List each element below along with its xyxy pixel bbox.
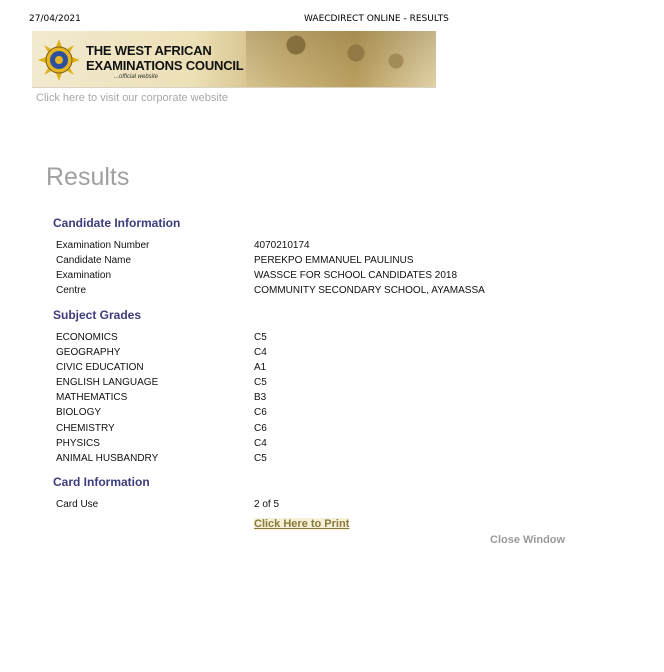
subject-name: CIVIC EDUCATION: [56, 362, 144, 373]
candidate-info-heading: Candidate Information: [53, 216, 181, 230]
card-info-heading: Card Information: [53, 475, 150, 489]
subject-grade: C6: [254, 423, 267, 434]
page-title: Results: [46, 163, 130, 191]
subject-grade: C6: [254, 407, 267, 418]
subject-name: ENGLISH LANGUAGE: [56, 377, 159, 388]
card-use-label: Card Use: [56, 499, 99, 510]
subject-grade: C5: [254, 332, 267, 343]
banner-photo: [246, 31, 436, 87]
subject-grade: C5: [254, 453, 267, 464]
subject-grade: A1: [254, 362, 267, 373]
subject-grade: C4: [254, 438, 267, 449]
org-name-line2: EXAMINATIONS COUNCIL: [86, 58, 244, 73]
candidate-value: WASSCE FOR SCHOOL CANDIDATES 2018: [254, 270, 458, 281]
candidate-label: Centre: [56, 285, 87, 296]
subject-name: CHEMISTRY: [56, 423, 115, 434]
org-name: THE WEST AFRICAN EXAMINATIONS COUNCIL: [86, 43, 244, 73]
candidate-value: PEREKPO EMMANUEL PAULINUS: [254, 255, 414, 266]
org-name-line1: THE WEST AFRICAN: [86, 43, 212, 58]
candidate-label: Candidate Name: [56, 255, 132, 266]
subject-name: GEOGRAPHY: [56, 347, 121, 358]
subject-name: BIOLOGY: [56, 407, 102, 418]
subject-grade: C5: [254, 377, 267, 388]
candidate-value: COMMUNITY SECONDARY SCHOOL, AYAMASSA: [254, 285, 485, 296]
subject-name: PHYSICS: [56, 438, 100, 449]
candidate-label: Examination: [56, 270, 112, 281]
subject-name: MATHEMATICS: [56, 392, 128, 403]
subject-grades-heading: Subject Grades: [53, 308, 142, 322]
print-link[interactable]: Click Here to Print: [254, 518, 350, 530]
waec-banner: THE WEST AFRICAN EXAMINATIONS COUNCIL ..…: [32, 31, 436, 88]
print-date: 27/04/2021: [29, 14, 81, 24]
card-use-value: 2 of 5: [254, 499, 280, 510]
subject-name: ECONOMICS: [56, 332, 118, 343]
subject-grade: B3: [254, 392, 267, 403]
org-tagline: ...official website: [114, 74, 159, 80]
candidate-value: 4070210174: [254, 240, 310, 251]
subject-name: ANIMAL HUSBANDRY: [56, 453, 159, 464]
close-window-link[interactable]: Close Window: [490, 534, 565, 546]
subject-grade: C4: [254, 347, 267, 358]
candidate-label: Examination Number: [56, 240, 150, 251]
waec-crest-icon: [38, 39, 80, 81]
corporate-website-link[interactable]: Click here to visit our corporate websit…: [36, 92, 228, 104]
print-page-title: WAECDIRECT ONLINE - RESULTS: [304, 14, 449, 24]
